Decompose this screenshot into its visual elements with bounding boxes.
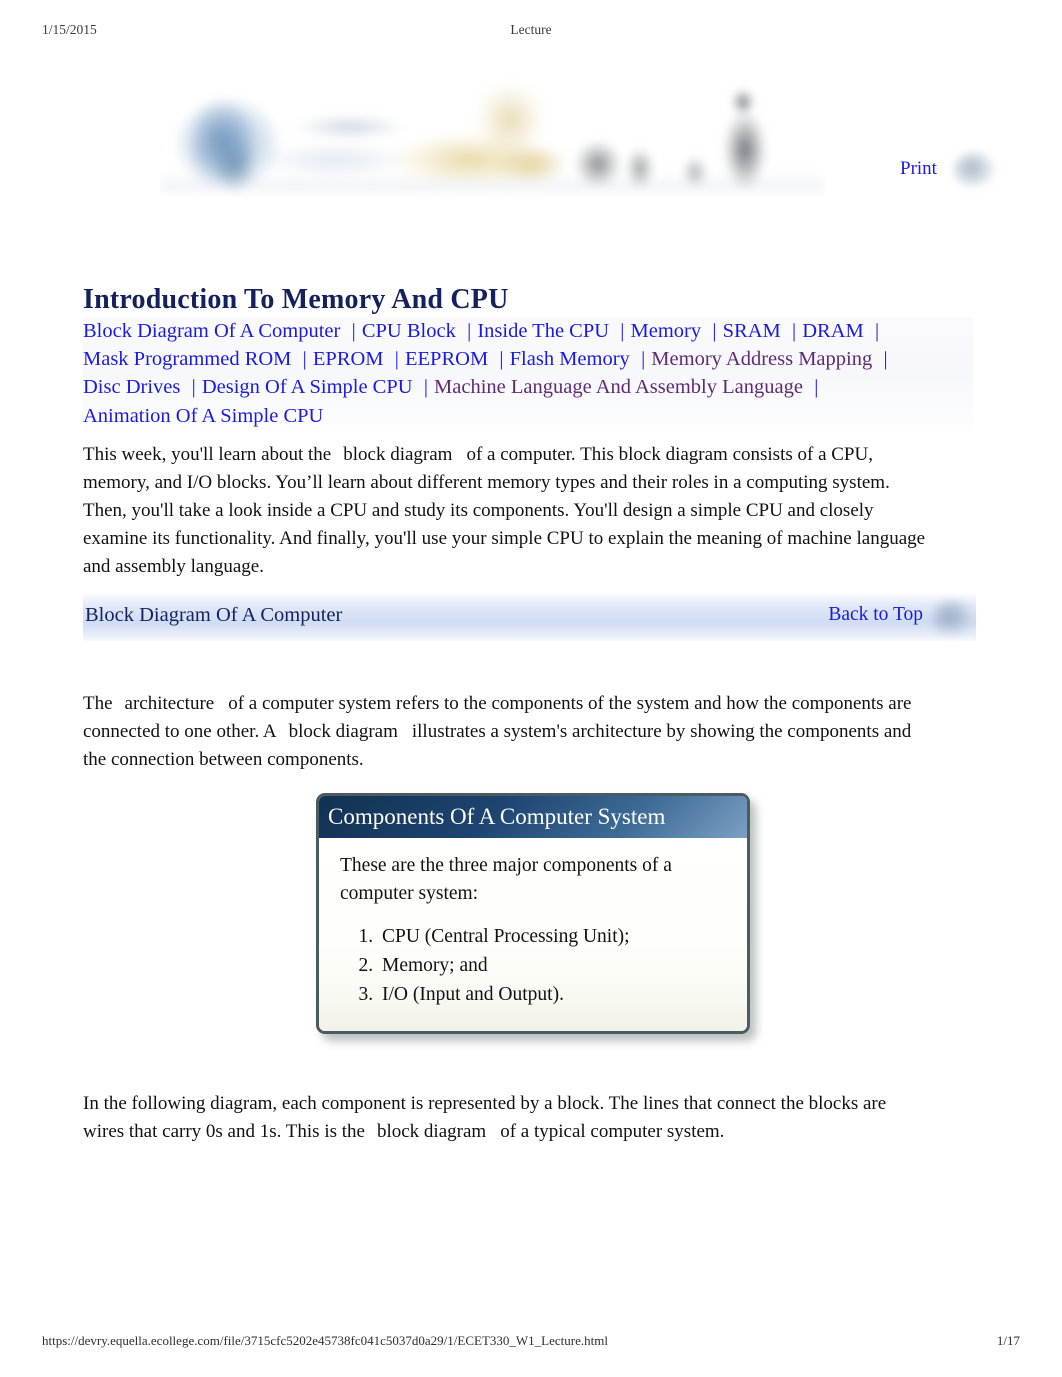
nav-link-animation-of-a-simple-cpu[interactable]: Animation Of A Simple CPU: [83, 405, 323, 427]
intro-paragraph: This week, you'll learn about the block d…: [83, 441, 928, 581]
nav-link-eeprom[interactable]: EEPROM: [405, 348, 488, 370]
callout-body: These are the three major components of …: [319, 838, 747, 1031]
nav-separator: |: [456, 320, 477, 342]
final-text-b: of a typical computer system.: [500, 1121, 725, 1142]
nav-link-mask-programmed-rom[interactable]: Mask Programmed ROM: [83, 348, 291, 370]
final-term-block-diagram: block diagram: [376, 1121, 487, 1142]
course-banner-image: [160, 72, 825, 197]
list-item: I/O (Input and Output).: [378, 980, 727, 1009]
page-header: 1/15/2015 Lecture: [0, 22, 1062, 42]
nav-separator: |: [781, 320, 802, 342]
list-item: CPU (Central Processing Unit);: [378, 922, 727, 951]
nav-link-memory[interactable]: Memory: [631, 320, 702, 342]
page-footer: https://devry.equella.ecollege.com/file/…: [0, 1333, 1062, 1353]
nav-link-design-of-a-simple-cpu[interactable]: Design Of A Simple CPU: [202, 376, 413, 398]
nav-link-inside-the-cpu[interactable]: Inside The CPU: [477, 320, 609, 342]
components-callout-box: Components Of A Computer System These ar…: [316, 793, 750, 1034]
intro-term-block-diagram: block diagram: [343, 444, 453, 465]
nav-link-dram[interactable]: DRAM: [802, 320, 864, 342]
nav-separator: |: [803, 376, 819, 399]
callout-header: Components Of A Computer System: [319, 796, 747, 838]
nav-separator: |: [413, 376, 434, 399]
back-to-top-link[interactable]: Back to Top: [828, 604, 923, 626]
callout-intro-text: These are the three major components of …: [340, 855, 672, 904]
print-control[interactable]: Print: [900, 152, 995, 192]
nav-separator: |: [864, 320, 880, 342]
nav-separator: |: [702, 320, 722, 342]
arch-text-a: The: [83, 693, 113, 714]
nav-link-memory-address-mapping[interactable]: Memory Address Mapping: [651, 348, 872, 370]
nav-separator: |: [873, 348, 888, 371]
section-nav-links[interactable]: Block Diagram Of A Computer | CPU Block …: [83, 317, 973, 430]
list-item: Memory; and: [378, 951, 727, 980]
nav-separator: |: [610, 320, 630, 342]
nav-separator: |: [489, 348, 509, 371]
footer-page-number: 1/17: [996, 1333, 1020, 1348]
nav-link-eprom[interactable]: EPROM: [313, 348, 384, 370]
nav-link-disc-drives[interactable]: Disc Drives: [83, 376, 180, 398]
nav-separator: |: [292, 348, 312, 371]
nav-separator: |: [181, 376, 201, 399]
nav-link-cpu-block[interactable]: CPU Block: [362, 320, 456, 342]
back-to-top-blob-icon[interactable]: [931, 600, 973, 636]
architecture-paragraph: The architecture of a computer system refe…: [83, 690, 928, 774]
callout-component-list: CPU (Central Processing Unit);Memory; an…: [340, 922, 727, 1009]
section-heading: Block Diagram Of A Computer: [85, 604, 343, 626]
page-title: Introduction To Memory And CPU: [83, 283, 509, 315]
print-blob-icon[interactable]: [953, 152, 995, 188]
nav-separator: |: [384, 348, 405, 371]
banner-graphic: [160, 72, 825, 197]
arch-term-architecture: architecture: [124, 693, 215, 714]
nav-separator: |: [630, 348, 651, 371]
nav-link-block-diagram-of-a-computer[interactable]: Block Diagram Of A Computer: [83, 320, 340, 342]
footer-url: https://devry.equella.ecollege.com/file/…: [42, 1333, 608, 1348]
section-header-bar: Block Diagram Of A Computer Back to Top: [83, 592, 976, 641]
callout-header-text: Components Of A Computer System: [328, 804, 666, 829]
intro-text-a: This week, you'll learn about the: [83, 444, 332, 465]
nav-link-flash-memory[interactable]: Flash Memory: [510, 348, 630, 370]
print-link[interactable]: Print: [900, 158, 937, 180]
header-title: Lecture: [510, 22, 552, 37]
arch-term-block-diagram: block diagram: [288, 721, 398, 742]
following-diagram-paragraph: In the following diagram, each component…: [83, 1090, 928, 1146]
nav-separator: |: [341, 320, 361, 342]
nav-link-sram[interactable]: SRAM: [723, 320, 781, 342]
nav-link-machine-language-and-assembly-language[interactable]: Machine Language And Assembly Language: [434, 376, 803, 398]
